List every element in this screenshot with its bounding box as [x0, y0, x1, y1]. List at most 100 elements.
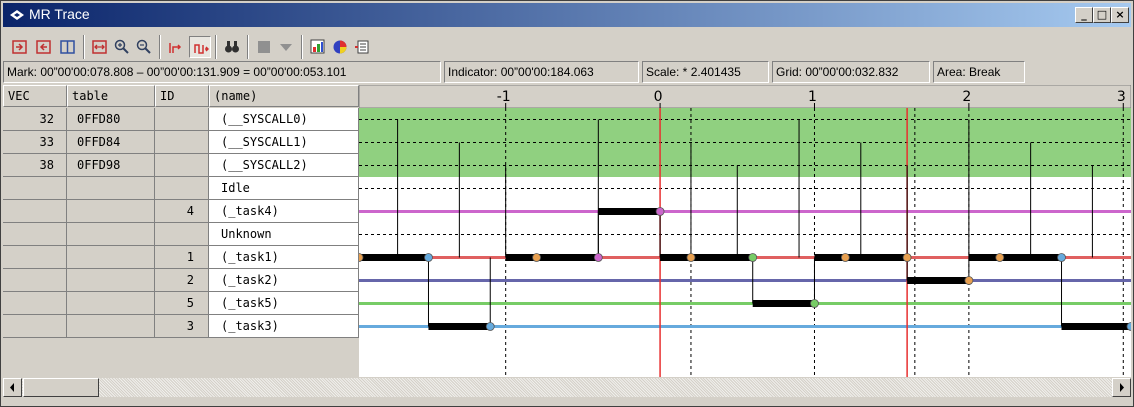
status-mark: Mark: 00”00'00:078.808 – 00”00'00:131.90…	[3, 61, 441, 83]
cell-name: (_task5)	[209, 292, 359, 315]
col-header-vec[interactable]: VEC	[3, 85, 67, 107]
scroll-thumb[interactable]	[23, 378, 99, 397]
mark-range-button[interactable]	[57, 36, 79, 58]
trace-jump-button[interactable]	[189, 36, 211, 58]
table-row[interactable]: 1 (_task1)	[3, 246, 359, 269]
trace-jump-icon	[194, 44, 209, 54]
cell-name: (_task4)	[209, 200, 359, 223]
cell-vec: 33	[3, 131, 67, 154]
mark-end-icon	[36, 40, 51, 54]
tick-label: 2	[962, 89, 971, 105]
chart-icon	[310, 39, 325, 54]
app-icon	[10, 10, 24, 20]
event-dot	[424, 253, 433, 262]
cell-id	[155, 154, 209, 177]
cell-vec: 32	[3, 108, 67, 131]
cell-table	[67, 269, 155, 292]
cell-table	[67, 200, 155, 223]
list-icon	[355, 40, 369, 54]
zoom-in-button[interactable]	[111, 36, 133, 58]
event-dot	[810, 299, 819, 308]
cell-table: 0FFD98	[67, 154, 155, 177]
table-row[interactable]: 32 0FFD80 (__SYSCALL0)	[3, 108, 359, 131]
table-row[interactable]: Idle	[3, 177, 359, 200]
maximize-button[interactable]: □	[1093, 7, 1111, 23]
scroll-left-button[interactable]	[3, 378, 22, 397]
horizontal-scrollbar[interactable]	[3, 378, 1131, 397]
scroll-right-button[interactable]	[1112, 378, 1131, 397]
timeline-header	[359, 85, 1131, 109]
event-dot	[1057, 253, 1066, 262]
cell-name: Idle	[209, 177, 359, 200]
mark-end-button[interactable]	[33, 36, 55, 58]
arrow-left-icon	[10, 383, 14, 392]
cell-table: 0FFD84	[67, 131, 155, 154]
tick-label: 0	[654, 89, 663, 105]
minimize-button[interactable]: _	[1075, 7, 1093, 23]
cell-name: (__SYSCALL2)	[209, 154, 359, 177]
cell-table	[67, 177, 155, 200]
arrow-right-icon	[1120, 383, 1124, 392]
toolbar-separator	[159, 35, 161, 59]
col-header-name[interactable]: (name)	[209, 85, 359, 107]
trace-step-button[interactable]	[165, 36, 187, 58]
mark-start-button[interactable]	[9, 36, 31, 58]
stop-button[interactable]	[253, 36, 275, 58]
cell-id: 3	[155, 315, 209, 338]
pie-button[interactable]	[329, 36, 351, 58]
col-header-table[interactable]: table	[67, 85, 155, 107]
cell-vec	[3, 200, 67, 223]
zoom-out-icon	[136, 39, 151, 54]
trace-timeline[interactable]: -1 0 1 2 3	[359, 85, 1131, 377]
table-row[interactable]: 33 0FFD84 (__SYSCALL1)	[3, 131, 359, 154]
tick-label: -1	[497, 89, 511, 105]
cell-id	[155, 177, 209, 200]
event-dot	[964, 276, 974, 285]
cell-table	[67, 292, 155, 315]
find-icon	[225, 41, 239, 53]
toolbar	[3, 32, 1131, 60]
tick-label: 1	[808, 89, 817, 105]
event-dot	[593, 253, 603, 262]
stop-icon	[258, 41, 270, 53]
close-button[interactable]: ×	[1111, 7, 1129, 23]
list-button[interactable]	[351, 36, 373, 58]
dropdown-button[interactable]	[275, 36, 297, 58]
status-scale: Scale: * 2.401435	[642, 61, 769, 83]
event-dot	[840, 253, 850, 262]
minimize-icon: _	[1081, 8, 1087, 21]
cell-id: 2	[155, 269, 209, 292]
cell-id: 5	[155, 292, 209, 315]
cell-vec	[3, 292, 67, 315]
cell-name: (_task1)	[209, 246, 359, 269]
zoom-in-icon	[114, 39, 129, 54]
table-row[interactable]: 5 (_task5)	[3, 292, 359, 315]
find-button[interactable]	[221, 36, 243, 58]
status-indicator: Indicator: 00”00'00:184.063	[444, 61, 639, 83]
trace-step-icon	[169, 43, 182, 53]
event-dot	[902, 253, 912, 262]
status-area: Area: Break	[933, 61, 1025, 83]
mark-start-icon	[12, 40, 27, 54]
cell-id	[155, 131, 209, 154]
fit-button[interactable]	[89, 36, 111, 58]
cell-table	[67, 246, 155, 269]
cell-id: 1	[155, 246, 209, 269]
cell-vec	[3, 223, 67, 246]
table-row[interactable]: 2 (_task2)	[3, 269, 359, 292]
table-row[interactable]: 38 0FFD98 (__SYSCALL2)	[3, 154, 359, 177]
chart-button[interactable]	[307, 36, 329, 58]
table-row[interactable]: Unknown	[3, 223, 359, 246]
col-header-id[interactable]: ID	[155, 85, 209, 107]
cell-table	[67, 315, 155, 338]
cell-name: Unknown	[209, 223, 359, 246]
zoom-out-button[interactable]	[133, 36, 155, 58]
table-row[interactable]: 4 (_task4)	[3, 200, 359, 223]
cell-vec	[3, 246, 67, 269]
event-dot	[485, 322, 495, 331]
title-bar[interactable]: MR Trace _ □ ×	[3, 3, 1131, 27]
status-bar: Mark: 00”00'00:078.808 – 00”00'00:131.90…	[3, 61, 1131, 83]
toolbar-separator	[83, 35, 85, 59]
table-row[interactable]: 3 (_task3)	[3, 315, 359, 338]
toolbar-separator	[301, 35, 303, 59]
